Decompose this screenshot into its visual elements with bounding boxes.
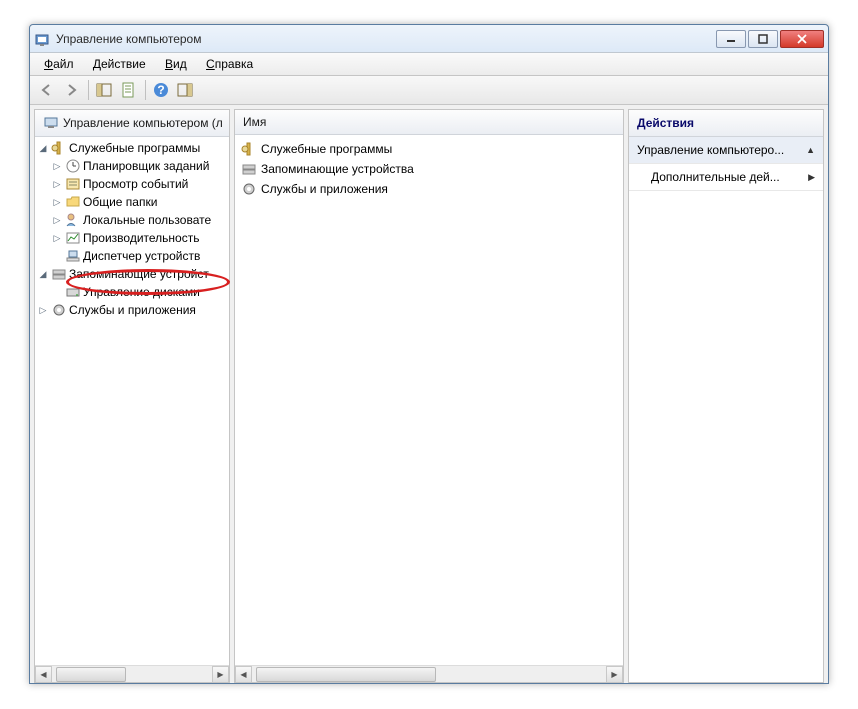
tree-item-shared-folders[interactable]: ▷ Общие папки [35, 193, 229, 211]
tree-panel: Управление компьютером (л ◢ Служебные пр… [34, 109, 230, 683]
device-icon [65, 248, 81, 264]
titlebar[interactable]: Управление компьютером [30, 25, 828, 53]
window-title: Управление компьютером [56, 32, 714, 46]
tree-label: Планировщик заданий [83, 159, 209, 173]
services-icon [51, 302, 67, 318]
clock-icon [65, 158, 81, 174]
properties-button[interactable] [117, 79, 139, 101]
services-icon [241, 181, 257, 197]
svg-text:?: ? [157, 83, 164, 97]
storage-icon [241, 161, 257, 177]
tree-item-services[interactable]: ▷ Службы и приложения [35, 301, 229, 319]
tree-root-label: Управление компьютером (л [63, 116, 223, 130]
action-main[interactable]: Управление компьютеро... ▲ [629, 137, 823, 164]
scroll-thumb[interactable] [56, 667, 126, 682]
action-more[interactable]: Дополнительные дей... ▶ [629, 164, 823, 191]
tree-label: Службы и приложения [69, 303, 196, 317]
menu-view[interactable]: Вид [157, 55, 195, 73]
tree-hscrollbar[interactable]: ◀ ▶ [35, 665, 229, 682]
list: Служебные программы Запоминающие устройс… [235, 135, 623, 203]
maximize-button[interactable] [748, 30, 778, 48]
tree-item-event-viewer[interactable]: ▷ Просмотр событий [35, 175, 229, 193]
expand-icon[interactable]: ▷ [35, 305, 51, 316]
collapse-icon[interactable]: ◢ [35, 269, 51, 280]
tree-root-header[interactable]: Управление компьютером (л [35, 110, 229, 137]
tree-label: Локальные пользовате [83, 213, 211, 227]
tree-label: Диспетчер устройств [83, 249, 200, 263]
event-icon [65, 176, 81, 192]
window-frame: Управление компьютером Файл Действие Вид… [29, 24, 829, 684]
disk-icon [65, 284, 81, 300]
toolbar-separator [145, 80, 146, 100]
performance-icon [65, 230, 81, 246]
tree-item-device-manager[interactable]: Диспетчер устройств [35, 247, 229, 265]
tree-label: Запоминающие устройст [69, 267, 209, 281]
expand-icon[interactable]: ▷ [49, 161, 65, 172]
scroll-left-button[interactable]: ◀ [235, 666, 252, 683]
tree-item-disk-management[interactable]: Управление дисками [35, 283, 229, 301]
computer-icon [43, 115, 59, 131]
tree-item-scheduler[interactable]: ▷ Планировщик заданий [35, 157, 229, 175]
help-button[interactable]: ? [150, 79, 172, 101]
actions-panel: Действия Управление компьютеро... ▲ Допо… [628, 109, 824, 683]
scroll-left-button[interactable]: ◀ [35, 666, 52, 683]
expand-icon[interactable]: ▷ [49, 179, 65, 190]
list-item-label: Службы и приложения [261, 182, 388, 196]
close-button[interactable] [780, 30, 824, 48]
collapse-arrow-icon: ▲ [806, 145, 815, 155]
submenu-arrow-icon: ▶ [808, 172, 815, 183]
scroll-track[interactable] [52, 666, 212, 683]
tree-item-storage[interactable]: ◢ Запоминающие устройст [35, 265, 229, 283]
scroll-right-button[interactable]: ▶ [606, 666, 623, 683]
menu-help[interactable]: Справка [198, 55, 261, 73]
scroll-thumb[interactable] [256, 667, 436, 682]
list-column-header[interactable]: Имя [235, 110, 623, 135]
menu-action[interactable]: Действие [85, 55, 154, 73]
tree-label: Производительность [83, 231, 199, 245]
minimize-button[interactable] [716, 30, 746, 48]
app-icon [34, 31, 50, 47]
action-main-label: Управление компьютеро... [637, 143, 784, 157]
nav-forward-button[interactable] [60, 79, 82, 101]
toolbar: ? [30, 76, 828, 105]
toolbar-separator [88, 80, 89, 100]
tree-label: Общие папки [83, 195, 157, 209]
list-item-label: Служебные программы [261, 142, 392, 156]
list-item-services[interactable]: Службы и приложения [235, 179, 623, 199]
list-item-storage[interactable]: Запоминающие устройства [235, 159, 623, 179]
tree-label: Просмотр событий [83, 177, 188, 191]
collapse-icon[interactable]: ◢ [35, 143, 51, 154]
list-item-label: Запоминающие устройства [261, 162, 414, 176]
tree-item-system-tools[interactable]: ◢ Служебные программы [35, 139, 229, 157]
tools-icon [51, 140, 67, 156]
tree-item-local-users[interactable]: ▷ Локальные пользовате [35, 211, 229, 229]
menubar: Файл Действие Вид Справка [30, 53, 828, 76]
tree-label: Управление дисками [83, 285, 200, 299]
window-controls [714, 30, 824, 48]
users-icon [65, 212, 81, 228]
expand-icon[interactable]: ▷ [49, 233, 65, 244]
list-hscrollbar[interactable]: ◀ ▶ [235, 665, 623, 682]
tools-icon [241, 141, 257, 157]
show-hide-tree-button[interactable] [93, 79, 115, 101]
tree: ◢ Служебные программы ▷ Планировщик зада… [35, 137, 229, 319]
folder-icon [65, 194, 81, 210]
actions-header: Действия [629, 110, 823, 137]
menu-file[interactable]: Файл [36, 55, 82, 73]
tree-item-performance[interactable]: ▷ Производительность [35, 229, 229, 247]
list-item-system-tools[interactable]: Служебные программы [235, 139, 623, 159]
tree-label: Служебные программы [69, 141, 200, 155]
expand-icon[interactable]: ▷ [49, 197, 65, 208]
scroll-right-button[interactable]: ▶ [212, 666, 229, 683]
show-actions-button[interactable] [174, 79, 196, 101]
nav-back-button[interactable] [36, 79, 58, 101]
list-panel: Имя Служебные программы Запоминающие уст… [234, 109, 624, 683]
scroll-track[interactable] [252, 666, 606, 683]
content-area: Управление компьютером (л ◢ Служебные пр… [30, 105, 828, 687]
storage-icon [51, 266, 67, 282]
action-more-label: Дополнительные дей... [637, 170, 780, 184]
expand-icon[interactable]: ▷ [49, 215, 65, 226]
